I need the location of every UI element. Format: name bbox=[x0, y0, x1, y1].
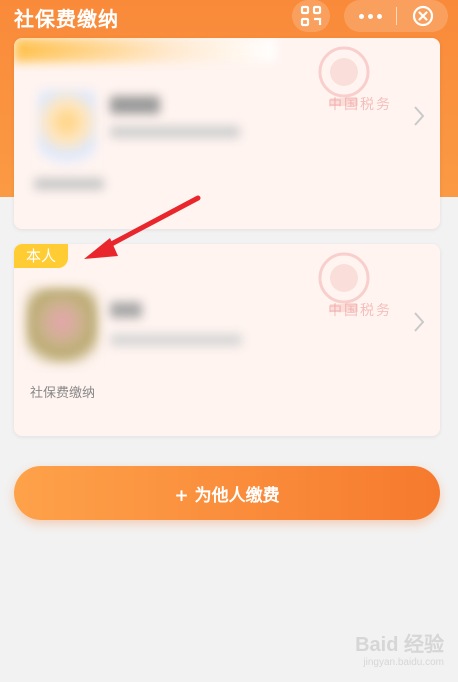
page-title: 社保费缴纳 bbox=[14, 7, 119, 31]
watermark-text: Baid 经验 bbox=[355, 634, 444, 656]
close-icon bbox=[412, 5, 433, 27]
id-blurred bbox=[110, 334, 242, 346]
scan-icon bbox=[300, 5, 322, 27]
more-icon bbox=[358, 13, 382, 19]
insured-card-self[interactable]: 本人 中国税务 社保费缴纳 bbox=[14, 244, 440, 436]
avatar-blurred bbox=[38, 90, 96, 170]
service-label: 社保费缴纳 bbox=[30, 386, 96, 401]
id-blurred bbox=[110, 126, 240, 138]
name-blurred bbox=[110, 96, 160, 114]
insured-card-top[interactable]: 中国税务 bbox=[14, 38, 440, 229]
scan-button[interactable] bbox=[292, 0, 330, 32]
chevron-right-icon bbox=[414, 106, 425, 126]
chevron-right-icon bbox=[414, 312, 425, 332]
tax-watermark: 中国税务 bbox=[328, 97, 392, 113]
self-tag: 本人 bbox=[14, 244, 69, 268]
tax-watermark: 中国税务 bbox=[328, 303, 392, 319]
pay-for-others-button[interactable]: + 为他人缴费 bbox=[14, 466, 440, 520]
avatar-blurred bbox=[26, 288, 98, 364]
watermark-sub: jingyan.baidu.com bbox=[363, 657, 444, 668]
baidu-jingyan-watermark: Baid 经验 jingyan.baidu.com bbox=[355, 628, 444, 668]
mini-program-capsule bbox=[344, 0, 448, 32]
name-blurred bbox=[110, 302, 142, 318]
card-header-strip-blurred bbox=[14, 38, 276, 62]
close-button[interactable] bbox=[397, 0, 448, 32]
label-blurred bbox=[34, 178, 104, 190]
more-button[interactable] bbox=[344, 0, 396, 32]
